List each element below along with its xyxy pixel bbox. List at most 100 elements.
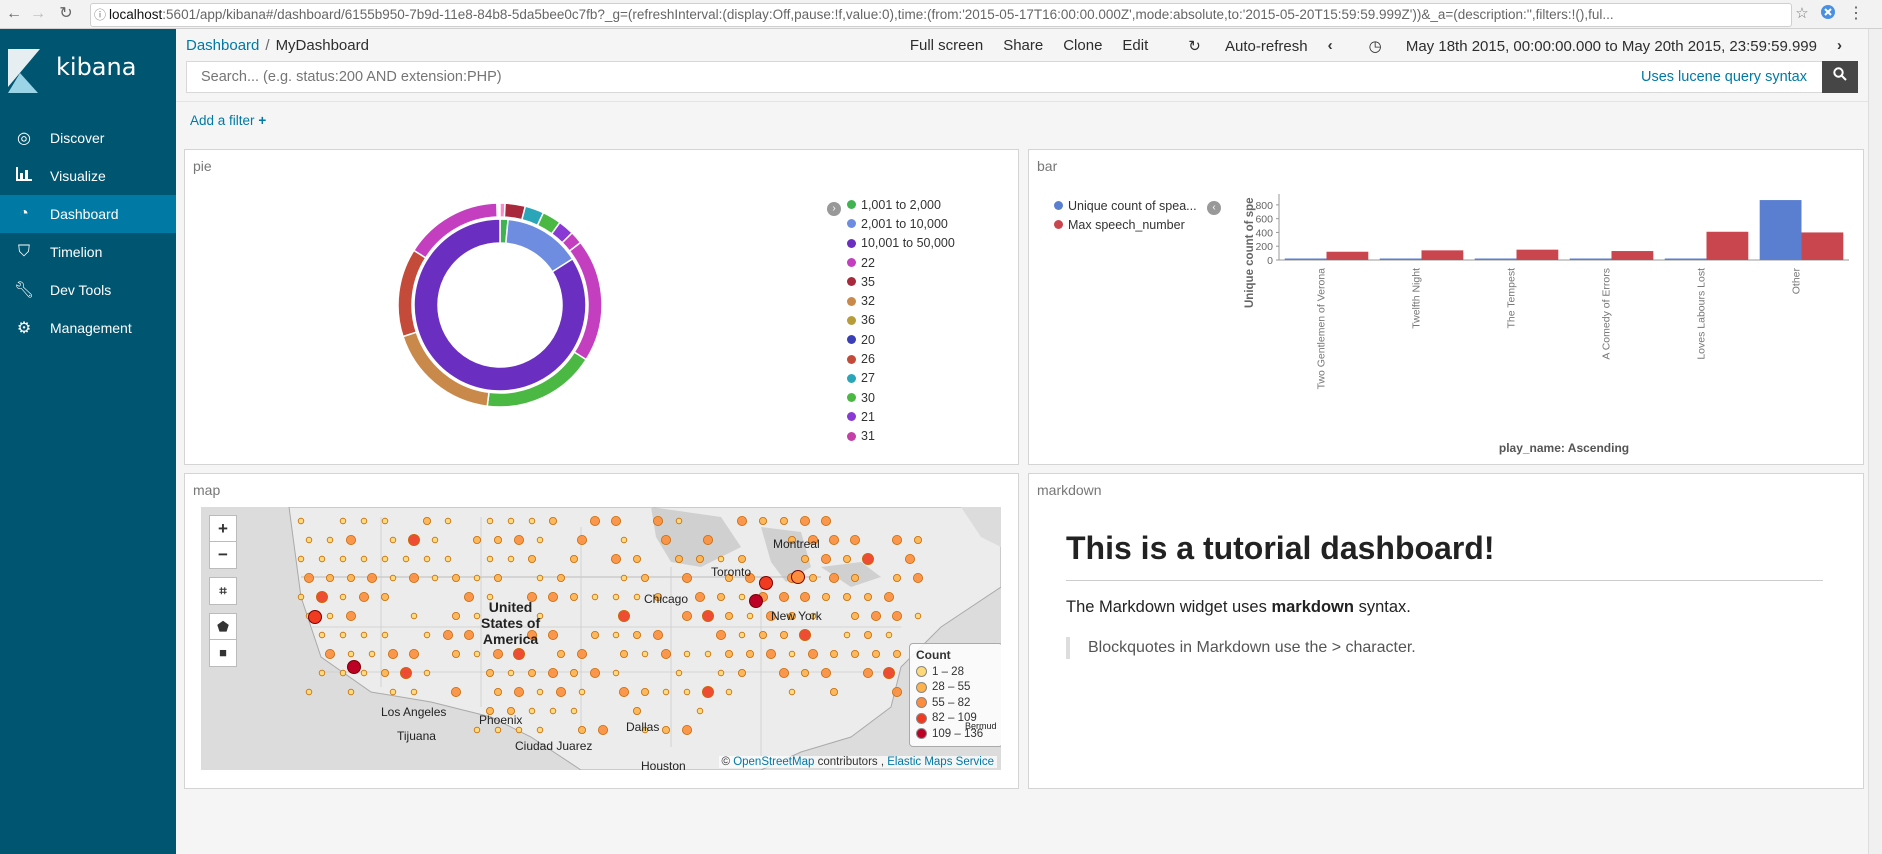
- map-marker[interactable]: [556, 574, 565, 583]
- bar[interactable]: [1706, 231, 1749, 260]
- map-marker[interactable]: [801, 555, 810, 564]
- map-marker[interactable]: [799, 629, 812, 642]
- map-marker[interactable]: [620, 536, 628, 544]
- map-marker[interactable]: [345, 534, 356, 545]
- map-marker[interactable]: [612, 593, 620, 601]
- map-marker[interactable]: [632, 555, 641, 564]
- map-marker[interactable]: [345, 611, 356, 622]
- map-marker[interactable]: [800, 592, 811, 603]
- legend-item[interactable]: 27: [847, 369, 955, 388]
- map-marker[interactable]: [360, 631, 368, 639]
- bar[interactable]: [1326, 251, 1369, 260]
- map-marker[interactable]: [431, 574, 439, 582]
- map-marker[interactable]: [528, 517, 536, 525]
- map-marker[interactable]: [547, 592, 558, 603]
- map-marker[interactable]: [389, 574, 397, 582]
- map-marker[interactable]: [893, 574, 902, 583]
- map-marker[interactable]: [591, 593, 599, 601]
- map-marker[interactable]: [914, 535, 923, 544]
- map-marker[interactable]: [512, 647, 525, 660]
- map-marker[interactable]: [830, 649, 839, 658]
- bar[interactable]: [1284, 258, 1327, 261]
- search-button[interactable]: [1822, 61, 1858, 93]
- map-marker[interactable]: [431, 536, 439, 544]
- map-marker[interactable]: [661, 725, 670, 734]
- map-marker[interactable]: [507, 669, 515, 677]
- map-marker[interactable]: [589, 515, 600, 526]
- legend-item[interactable]: Max speech_number: [1054, 215, 1197, 234]
- map-marker[interactable]: [570, 707, 578, 715]
- rectangle-draw-icon[interactable]: ■: [209, 639, 237, 667]
- map-marker[interactable]: [830, 687, 839, 696]
- coordinate-map[interactable]: United States of America Montreal Toronto …: [201, 507, 1001, 770]
- sidebar-item-visualize[interactable]: Visualize: [0, 157, 176, 195]
- map-marker[interactable]: [339, 631, 347, 639]
- map-marker[interactable]: [407, 533, 420, 546]
- map-marker[interactable]: [569, 555, 578, 564]
- map-marker[interactable]: [423, 555, 431, 563]
- map-marker[interactable]: [473, 574, 481, 582]
- reload-icon[interactable]: ↻: [56, 4, 76, 24]
- map-marker[interactable]: [759, 516, 768, 525]
- auto-refresh-button[interactable]: ↻ Auto-refresh: [1168, 37, 1307, 55]
- legend-item[interactable]: 26: [847, 349, 955, 368]
- bar[interactable]: [1516, 249, 1559, 260]
- map-marker[interactable]: [297, 555, 305, 563]
- legend-item[interactable]: 2,001 to 10,000: [847, 214, 955, 233]
- map-marker[interactable]: [569, 668, 578, 677]
- map-marker[interactable]: [513, 534, 524, 545]
- map-marker[interactable]: [620, 574, 628, 582]
- zoom-in-button[interactable]: +: [209, 515, 237, 543]
- map-marker[interactable]: [851, 649, 860, 658]
- ems-link[interactable]: Elastic Maps Service: [887, 756, 994, 768]
- menu-kebab-icon[interactable]: ⋮: [1846, 4, 1866, 24]
- map-marker[interactable]: [701, 685, 714, 698]
- bar[interactable]: [1474, 258, 1517, 261]
- map-marker[interactable]: [662, 688, 670, 696]
- map-marker[interactable]: [507, 517, 515, 525]
- lucene-syntax-link[interactable]: Uses lucene query syntax: [1641, 69, 1807, 85]
- map-marker[interactable]: [507, 555, 515, 563]
- map-marker[interactable]: [851, 574, 860, 583]
- map-marker[interactable]: [402, 555, 410, 563]
- map-marker[interactable]: [759, 576, 773, 590]
- map-marker[interactable]: [821, 515, 832, 526]
- map-marker[interactable]: [829, 573, 840, 584]
- map-marker[interactable]: [325, 648, 336, 659]
- map-marker[interactable]: [368, 650, 376, 658]
- map-marker[interactable]: [473, 612, 481, 620]
- map-marker[interactable]: [779, 667, 790, 678]
- map-marker[interactable]: [305, 688, 313, 696]
- legend-toggle-icon[interactable]: ›: [827, 202, 841, 216]
- map-marker[interactable]: [486, 555, 494, 563]
- fit-bounds-icon[interactable]: ⌗: [209, 577, 237, 605]
- map-marker[interactable]: [632, 631, 641, 640]
- map-marker[interactable]: [555, 686, 566, 697]
- map-marker[interactable]: [473, 726, 481, 734]
- page-scrollbar[interactable]: [1868, 29, 1882, 854]
- map-marker[interactable]: [892, 686, 903, 697]
- map-marker[interactable]: [618, 686, 629, 697]
- map-marker[interactable]: [590, 631, 599, 640]
- sidebar-item-discover[interactable]: ◎ Discover: [0, 119, 176, 157]
- map-marker[interactable]: [515, 726, 523, 734]
- bookmark-star-icon[interactable]: ☆: [1792, 4, 1812, 24]
- map-marker[interactable]: [633, 593, 641, 601]
- map-marker[interactable]: [864, 631, 873, 640]
- map-marker[interactable]: [738, 593, 746, 601]
- map-marker[interactable]: [492, 648, 503, 659]
- map-marker[interactable]: [493, 687, 502, 696]
- map-marker[interactable]: [387, 648, 398, 659]
- map-marker[interactable]: [339, 593, 347, 601]
- donut-chart[interactable]: [395, 200, 605, 410]
- map-marker[interactable]: [619, 649, 628, 658]
- map-marker[interactable]: [576, 648, 587, 659]
- map-marker[interactable]: [675, 517, 683, 525]
- map-marker[interactable]: [863, 667, 874, 678]
- bar[interactable]: [1664, 258, 1707, 261]
- map-marker[interactable]: [800, 515, 811, 526]
- map-marker[interactable]: [725, 612, 734, 621]
- time-picker[interactable]: ◷ May 18th 2015, 00:00:00.000 to May 20t…: [1349, 37, 1817, 55]
- map-marker[interactable]: [422, 516, 431, 525]
- zoom-out-button[interactable]: −: [209, 541, 237, 569]
